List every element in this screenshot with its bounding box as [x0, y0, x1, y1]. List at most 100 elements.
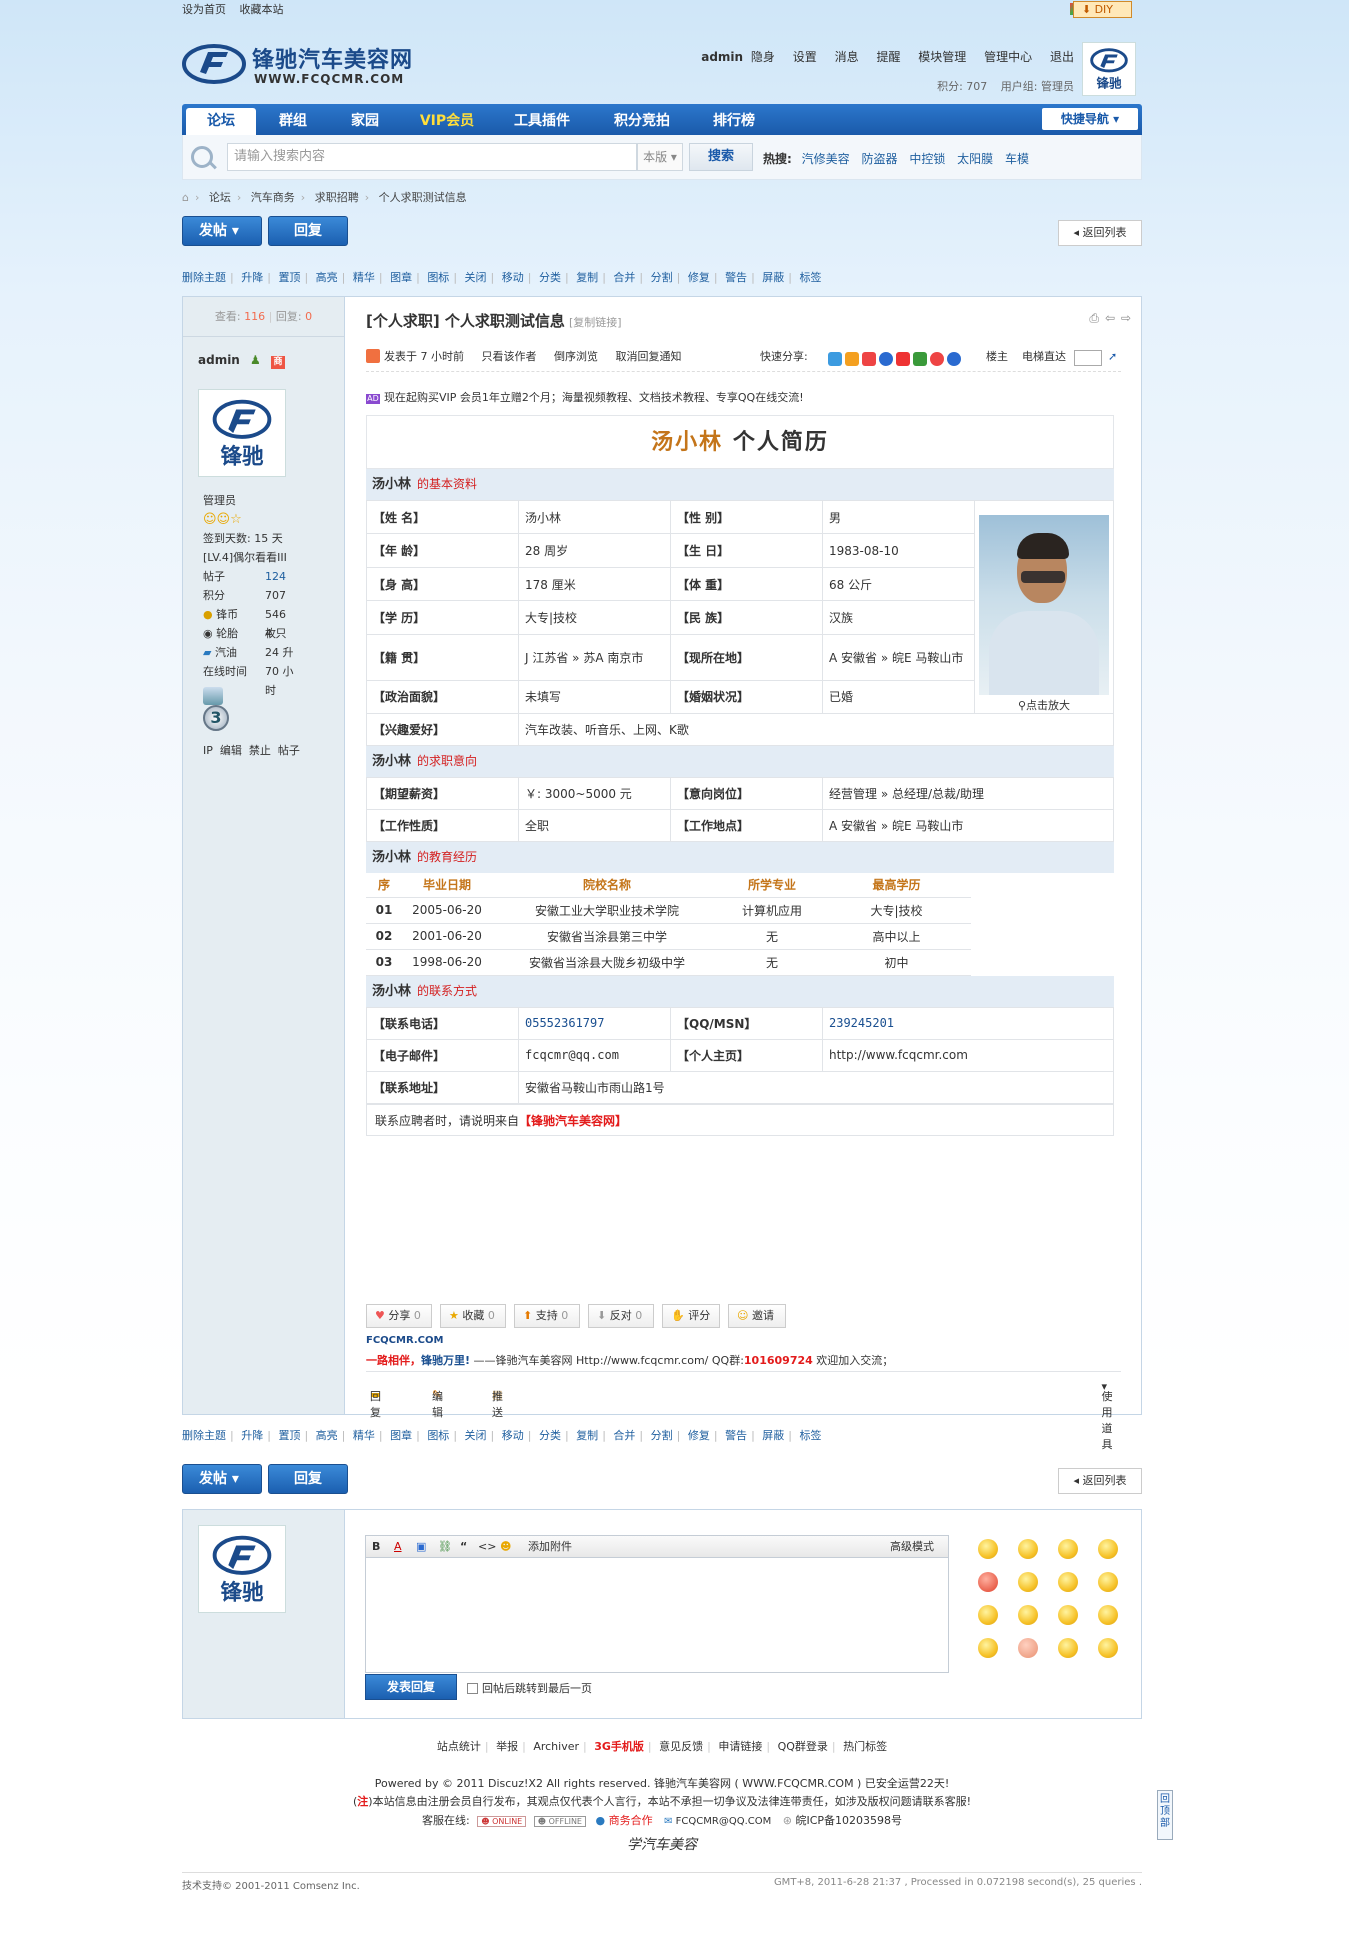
nav-tab-ranking[interactable]: 排行榜 [692, 108, 776, 135]
smiley-icon[interactable] [978, 1638, 998, 1658]
reply-avatar[interactable]: 锋驰 [198, 1525, 286, 1613]
mod-action[interactable]: 精华 [353, 1429, 375, 1442]
tech-support[interactable]: 技术支持© 2001-2011 Comsenz Inc. [182, 1877, 360, 1892]
mod-action[interactable]: 高亮 [316, 1429, 338, 1442]
footer-link[interactable]: 站点统计 [437, 1740, 481, 1753]
mod-action[interactable]: 修复 [688, 271, 710, 284]
footer-link[interactable]: QQ群登录 [778, 1740, 828, 1753]
qq-online-button[interactable]: ☻ ONLINE [477, 1816, 527, 1827]
image-icon[interactable]: ▣ [416, 1536, 426, 1558]
mod-action[interactable]: 图标 [427, 1429, 449, 1442]
mod-action[interactable]: 标签 [800, 271, 822, 284]
qq-offline-button[interactable]: ☻ OFFLINE [533, 1816, 586, 1827]
email-link[interactable]: ✉ FCQCMR@QQ.COM [664, 1816, 771, 1827]
medal-icon[interactable] [203, 687, 223, 705]
mod-action[interactable]: 修复 [688, 1429, 710, 1442]
home-icon[interactable]: ⌂ [182, 191, 189, 204]
bold-icon[interactable]: B [372, 1536, 380, 1558]
photo-caption[interactable]: 点击放大 [1026, 699, 1070, 712]
hot-keyword[interactable]: 防盗器 [861, 152, 897, 166]
mod-action[interactable]: 置顶 [278, 271, 300, 284]
icp-link[interactable]: ⊛ 皖ICP备10203598号 [783, 1814, 902, 1827]
nav-tab-groups[interactable]: 群组 [258, 108, 328, 135]
footer-link[interactable]: 热门标签 [843, 1740, 887, 1753]
avatar[interactable]: 锋驰 [1082, 42, 1136, 96]
mod-action[interactable]: 删除主题 [182, 271, 226, 284]
menu-logout[interactable]: 退出 [1050, 50, 1074, 64]
smiley-icon[interactable] [1018, 1638, 1038, 1658]
advanced-mode-link[interactable]: 高级模式 [890, 1536, 934, 1558]
bookmark-link[interactable]: 收藏本站 [240, 3, 284, 16]
mod-action[interactable]: 合并 [613, 271, 635, 284]
smiley-icon[interactable] [1058, 1572, 1078, 1592]
menu-admin-center[interactable]: 管理中心 [984, 50, 1032, 64]
mod-action[interactable]: 升降 [241, 271, 263, 284]
breadcrumb-item[interactable]: 论坛 [209, 191, 231, 204]
mod-action[interactable]: 图章 [390, 271, 412, 284]
author-group[interactable]: 管理员 [203, 491, 300, 510]
link-icon[interactable]: ⛓ [438, 1536, 452, 1558]
menu-messages[interactable]: 消息 [835, 50, 859, 64]
smiley-icon[interactable] [978, 1572, 998, 1592]
invite-button[interactable]: ☺ 邀请 [728, 1304, 786, 1328]
nav-tab-home[interactable]: 家园 [328, 108, 402, 135]
hot-keyword[interactable]: 车模 [1005, 152, 1029, 166]
mod-action[interactable]: 精华 [353, 271, 375, 284]
footer-link[interactable]: 申请链接 [718, 1740, 762, 1753]
username-link[interactable]: admin [701, 50, 743, 64]
mod-action[interactable]: 关闭 [465, 1429, 487, 1442]
smiley-icon[interactable] [978, 1605, 998, 1625]
smiley-icon[interactable] [1058, 1605, 1078, 1625]
share-icons[interactable] [828, 350, 964, 370]
menu-notices[interactable]: 提醒 [876, 50, 900, 64]
goto-floor-input[interactable] [1074, 350, 1102, 366]
favorite-button[interactable]: ★ 收藏 0 [440, 1304, 506, 1328]
only-author-link[interactable]: 只看该作者 [482, 350, 537, 363]
smiley-icon[interactable] [1058, 1638, 1078, 1658]
support-button[interactable]: ⬆ 支持 0 [514, 1304, 580, 1328]
mod-action[interactable]: 警告 [725, 1429, 747, 1442]
mod-action[interactable]: 高亮 [316, 271, 338, 284]
smiley-icon[interactable]: ☻ [500, 1536, 511, 1558]
quick-nav-button[interactable]: 快捷导航 ▾ [1042, 108, 1138, 130]
quote-icon[interactable]: “ [460, 1536, 467, 1558]
business-link[interactable]: ● 商务合作 [595, 1814, 652, 1827]
smiley-icon[interactable] [1018, 1605, 1038, 1625]
rate-button[interactable]: ✋ 评分 [662, 1304, 720, 1328]
print-icon[interactable]: ⎙ [1089, 311, 1099, 326]
search-button[interactable]: 搜索 [689, 143, 753, 171]
mod-action[interactable]: 图标 [427, 271, 449, 284]
user-credits[interactable]: 积分: 707 [937, 80, 987, 93]
use-tools-dropdown[interactable]: 使用道具 ▾ [1101, 1380, 1112, 1451]
copy-link[interactable]: [复制链接] [569, 316, 622, 329]
diy-button[interactable]: ⬇ DIY [1072, 1, 1132, 18]
share-button[interactable]: ♥ 分享 0 [366, 1304, 432, 1328]
menu-module-admin[interactable]: 模块管理 [918, 50, 966, 64]
smiley-icon[interactable] [1058, 1539, 1078, 1559]
footer-link[interactable]: Archiver [533, 1740, 579, 1753]
back-to-list-button[interactable]: ◂ 返回列表 [1058, 220, 1142, 246]
search-input[interactable]: 请输入搜索内容 [227, 143, 637, 171]
nav-tab-forum[interactable]: 论坛 [186, 108, 256, 135]
smiley-icon[interactable] [1018, 1572, 1038, 1592]
reply-button[interactable]: 回复 [268, 216, 348, 246]
back-to-top-button[interactable]: 回顶部 [1157, 1790, 1173, 1840]
menu-settings[interactable]: 设置 [793, 50, 817, 64]
mod-action[interactable]: 复制 [576, 1429, 598, 1442]
hot-keyword[interactable]: 汽修美容 [802, 152, 850, 166]
search-scope-select[interactable]: 本版 ▾ [637, 143, 683, 171]
font-color-icon[interactable]: A [394, 1536, 402, 1558]
jump-to-last-checkbox[interactable]: 回帖后跳转到最后一页 [467, 1680, 592, 1696]
vip-ad[interactable]: AD 现在起购买VIP 会员1年立赠2个月；海量视频教程、文档技术教程、专享QQ在… [366, 389, 804, 405]
mod-action[interactable]: 标签 [800, 1429, 822, 1442]
author-name[interactable]: admin ♟ 商 [198, 353, 285, 369]
breadcrumb-item[interactable]: 汽车商务 [251, 191, 295, 204]
next-thread-icon[interactable]: ⇨ [1121, 311, 1131, 325]
mod-action[interactable]: 置顶 [278, 1429, 300, 1442]
mod-action[interactable]: 屏蔽 [762, 271, 784, 284]
hot-keyword[interactable]: 中控锁 [909, 152, 945, 166]
author-avatar[interactable]: 锋驰 [198, 389, 286, 477]
mod-action[interactable]: 升降 [241, 1429, 263, 1442]
reverse-order-link[interactable]: 倒序浏览 [554, 350, 598, 363]
mod-action[interactable]: 删除主题 [182, 1429, 226, 1442]
